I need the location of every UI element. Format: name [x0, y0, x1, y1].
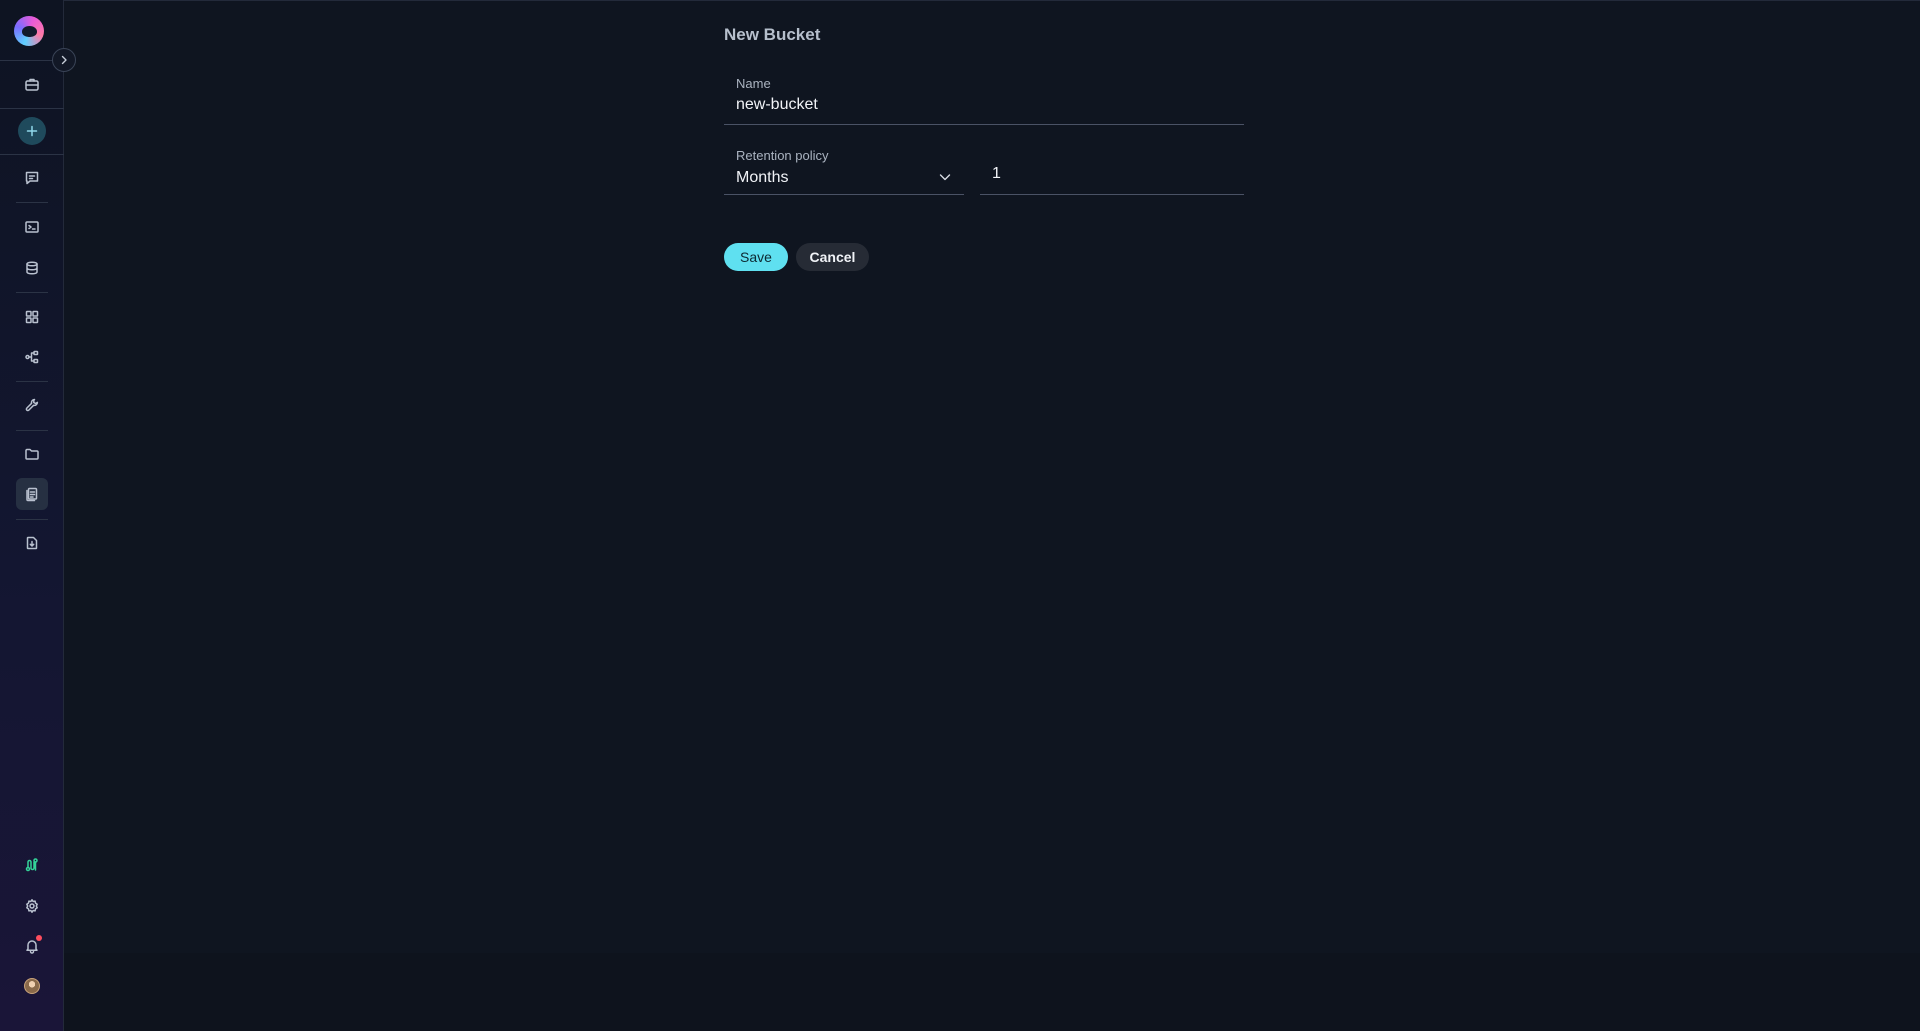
chevron-right-icon	[61, 55, 67, 65]
gear-icon	[26, 899, 38, 913]
briefcase-icon	[25, 78, 39, 91]
file-import-icon	[26, 536, 38, 550]
app-logo[interactable]	[14, 16, 44, 46]
sidebar-divider	[16, 430, 48, 431]
sidebar	[0, 0, 64, 1031]
grid-icon	[25, 310, 39, 324]
sidebar-item-buckets[interactable]	[16, 478, 48, 510]
retention-amount-input[interactable]	[992, 165, 1222, 183]
chevron-down-icon	[939, 174, 951, 181]
sidebar-item-terminal[interactable]	[16, 211, 48, 243]
name-field[interactable]: Name	[724, 70, 1244, 125]
sidebar-item-releases[interactable]	[16, 849, 48, 881]
sidebar-item-chat[interactable]	[16, 162, 48, 194]
wrench-icon	[25, 398, 39, 412]
retention-policy-label: Retention policy	[736, 148, 829, 163]
avatar[interactable]	[24, 978, 40, 994]
terminal-icon	[25, 221, 39, 233]
sidebar-item-projects[interactable]	[16, 68, 48, 100]
name-input[interactable]	[736, 96, 1226, 114]
sidebar-item-database[interactable]	[16, 252, 48, 284]
sidebar-divider	[16, 519, 48, 520]
database-icon	[26, 261, 38, 275]
chat-icon	[25, 171, 39, 185]
sidebar-divider	[0, 154, 64, 155]
sidebar-divider	[16, 292, 48, 293]
sidebar-item-create[interactable]	[18, 117, 46, 145]
sidebar-divider	[16, 381, 48, 382]
page-title: New Bucket	[724, 25, 821, 44]
main-content	[64, 0, 1920, 953]
folder-icon	[25, 448, 39, 460]
release-icon	[25, 858, 38, 872]
sidebar-divider	[16, 202, 48, 203]
footer-area	[64, 953, 1920, 1031]
plus-icon	[26, 125, 38, 137]
retention-amount-field[interactable]	[980, 150, 1244, 195]
documents-icon	[26, 487, 38, 502]
sidebar-item-settings[interactable]	[16, 890, 48, 922]
sidebar-item-notifications[interactable]	[16, 930, 48, 962]
notification-badge	[36, 935, 42, 941]
workflow-icon	[25, 350, 39, 364]
sidebar-item-workflows[interactable]	[16, 341, 48, 373]
save-button[interactable]: Save	[724, 243, 788, 271]
retention-policy-select[interactable]: Retention policy Months	[724, 141, 964, 195]
sidebar-divider	[0, 108, 64, 109]
sidebar-item-apps[interactable]	[16, 301, 48, 333]
cancel-button[interactable]: Cancel	[796, 243, 869, 271]
sidebar-item-files[interactable]	[16, 438, 48, 470]
sidebar-item-import[interactable]	[16, 527, 48, 559]
name-label: Name	[736, 76, 771, 91]
sidebar-toggle-button[interactable]	[52, 48, 76, 72]
retention-policy-value: Months	[736, 169, 789, 186]
app-root: New Bucket Name Retention policy Months …	[0, 0, 1920, 1031]
sidebar-item-tools[interactable]	[16, 389, 48, 421]
